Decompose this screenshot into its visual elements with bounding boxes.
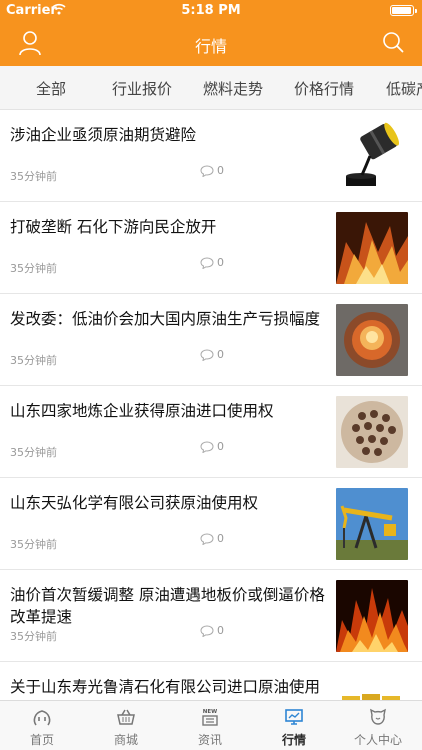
monitor-chart-icon xyxy=(285,709,303,725)
article-time: 35分钟前 xyxy=(10,354,57,367)
comment-count: 0 xyxy=(200,348,224,361)
comment-icon xyxy=(200,256,214,269)
navigation-bar: 行情 xyxy=(0,22,422,66)
comment-count: 0 xyxy=(200,440,224,453)
bottom-tab-bar: 首页 商城 NEW 资讯 行情 个人中心 xyxy=(0,700,422,750)
article-title: 涉油企业亟须原油期货避险 xyxy=(10,126,197,144)
oil-pump-thumbnail xyxy=(336,488,408,560)
comment-count-value: 0 xyxy=(217,164,224,177)
tab-all[interactable]: 全部 xyxy=(36,78,66,99)
battery-level xyxy=(392,7,411,14)
flames-thumbnail xyxy=(336,580,408,652)
status-bar: Carrier 5:18 PM xyxy=(0,0,422,22)
tabbar-label: 商城 xyxy=(113,733,138,747)
tabbar-label: 首页 xyxy=(29,733,54,747)
list-item[interactable]: 发改委：低油价会加大国内原油生产亏损幅度 35分钟前 0 xyxy=(0,294,422,386)
battery-icon xyxy=(390,5,417,16)
home-icon xyxy=(33,710,51,726)
oil-barrel-thumbnail xyxy=(336,120,408,192)
gold-barrels-thumbnail xyxy=(336,672,408,700)
list-item[interactable]: 油价首次暂缓调整 原油遭遇地板价或倒逼价格改革提速 35分钟前 0 xyxy=(0,570,422,662)
tab-price-quotes[interactable]: 价格行情 xyxy=(294,78,354,99)
comment-icon xyxy=(200,440,214,453)
article-list: 涉油企业亟须原油期货避险 35分钟前 0 打破垄断 石化下游向民企放开 35分钟… xyxy=(0,110,422,700)
tabbar-news[interactable]: NEW 资讯 xyxy=(168,701,252,750)
news-icon: NEW xyxy=(202,709,218,726)
list-item[interactable]: 山东四家地炼企业获得原油进口使用权 35分钟前 0 xyxy=(0,386,422,478)
article-title: 油价首次暂缓调整 原油遭遇地板价或倒逼价格改革提速 xyxy=(10,586,325,626)
list-item[interactable]: 山东天弘化学有限公司获原油使用权 35分钟前 0 xyxy=(0,478,422,570)
article-time: 35分钟前 xyxy=(10,170,57,183)
comment-count: 0 xyxy=(200,164,224,177)
tabbar-profile[interactable]: 个人中心 xyxy=(336,701,420,750)
fire-wood-thumbnail xyxy=(336,212,408,284)
comment-icon xyxy=(200,624,214,637)
comment-count: 0 xyxy=(200,256,224,269)
article-title: 关于山东寿光鲁清石化有限公司进口原油使用核查评估情况的公示 xyxy=(10,678,321,696)
comment-count-value: 0 xyxy=(217,256,224,269)
article-time: 35分钟前 xyxy=(10,446,57,459)
comment-count-value: 0 xyxy=(217,624,224,637)
clock: 5:18 PM xyxy=(181,3,241,18)
tabbar-market[interactable]: 行情 xyxy=(252,701,336,750)
profile-icon xyxy=(370,708,386,725)
search-icon[interactable] xyxy=(382,31,404,53)
comment-icon xyxy=(200,164,214,177)
news-badge-text: NEW xyxy=(203,709,217,715)
coal-briquette-thumbnail xyxy=(336,396,408,468)
tab-low-carbon[interactable]: 低碳产 xyxy=(386,78,422,99)
tabbar-label: 资讯 xyxy=(197,733,222,747)
comment-icon xyxy=(200,532,214,545)
comment-count-value: 0 xyxy=(217,348,224,361)
burning-coal-thumbnail xyxy=(336,304,408,376)
comment-count-value: 0 xyxy=(217,532,224,545)
article-title: 山东四家地炼企业获得原油进口使用权 xyxy=(10,402,274,420)
tab-industry-quotes[interactable]: 行业报价 xyxy=(112,78,172,99)
list-item[interactable]: 关于山东寿光鲁清石化有限公司进口原油使用核查评估情况的公示 xyxy=(0,662,422,700)
comment-icon xyxy=(200,348,214,361)
article-time: 35分钟前 xyxy=(10,538,57,551)
list-item[interactable]: 涉油企业亟须原油期货避险 35分钟前 0 xyxy=(0,110,422,202)
article-title: 打破垄断 石化下游向民企放开 xyxy=(10,218,217,236)
top-bar: Carrier 5:18 PM 行情 xyxy=(0,0,422,66)
basket-icon xyxy=(117,709,135,725)
comment-count: 0 xyxy=(200,624,224,637)
article-title: 山东天弘化学有限公司获原油使用权 xyxy=(10,494,259,512)
page-title: 行情 xyxy=(194,37,227,56)
article-time: 35分钟前 xyxy=(10,262,57,275)
comment-count: 0 xyxy=(200,532,224,545)
list-item[interactable]: 打破垄断 石化下游向民企放开 35分钟前 0 xyxy=(0,202,422,294)
comment-count-value: 0 xyxy=(217,440,224,453)
tabbar-mall[interactable]: 商城 xyxy=(84,701,168,750)
category-tabs: 全部 行业报价 燃料走势 价格行情 低碳产 xyxy=(0,66,422,110)
tab-fuel-trends[interactable]: 燃料走势 xyxy=(203,78,263,99)
article-title: 发改委：低油价会加大国内原油生产亏损幅度 xyxy=(10,310,321,328)
tabbar-label: 行情 xyxy=(281,733,306,747)
tabbar-home[interactable]: 首页 xyxy=(0,701,84,750)
article-time: 35分钟前 xyxy=(10,630,57,643)
tabbar-label: 个人中心 xyxy=(353,733,402,747)
